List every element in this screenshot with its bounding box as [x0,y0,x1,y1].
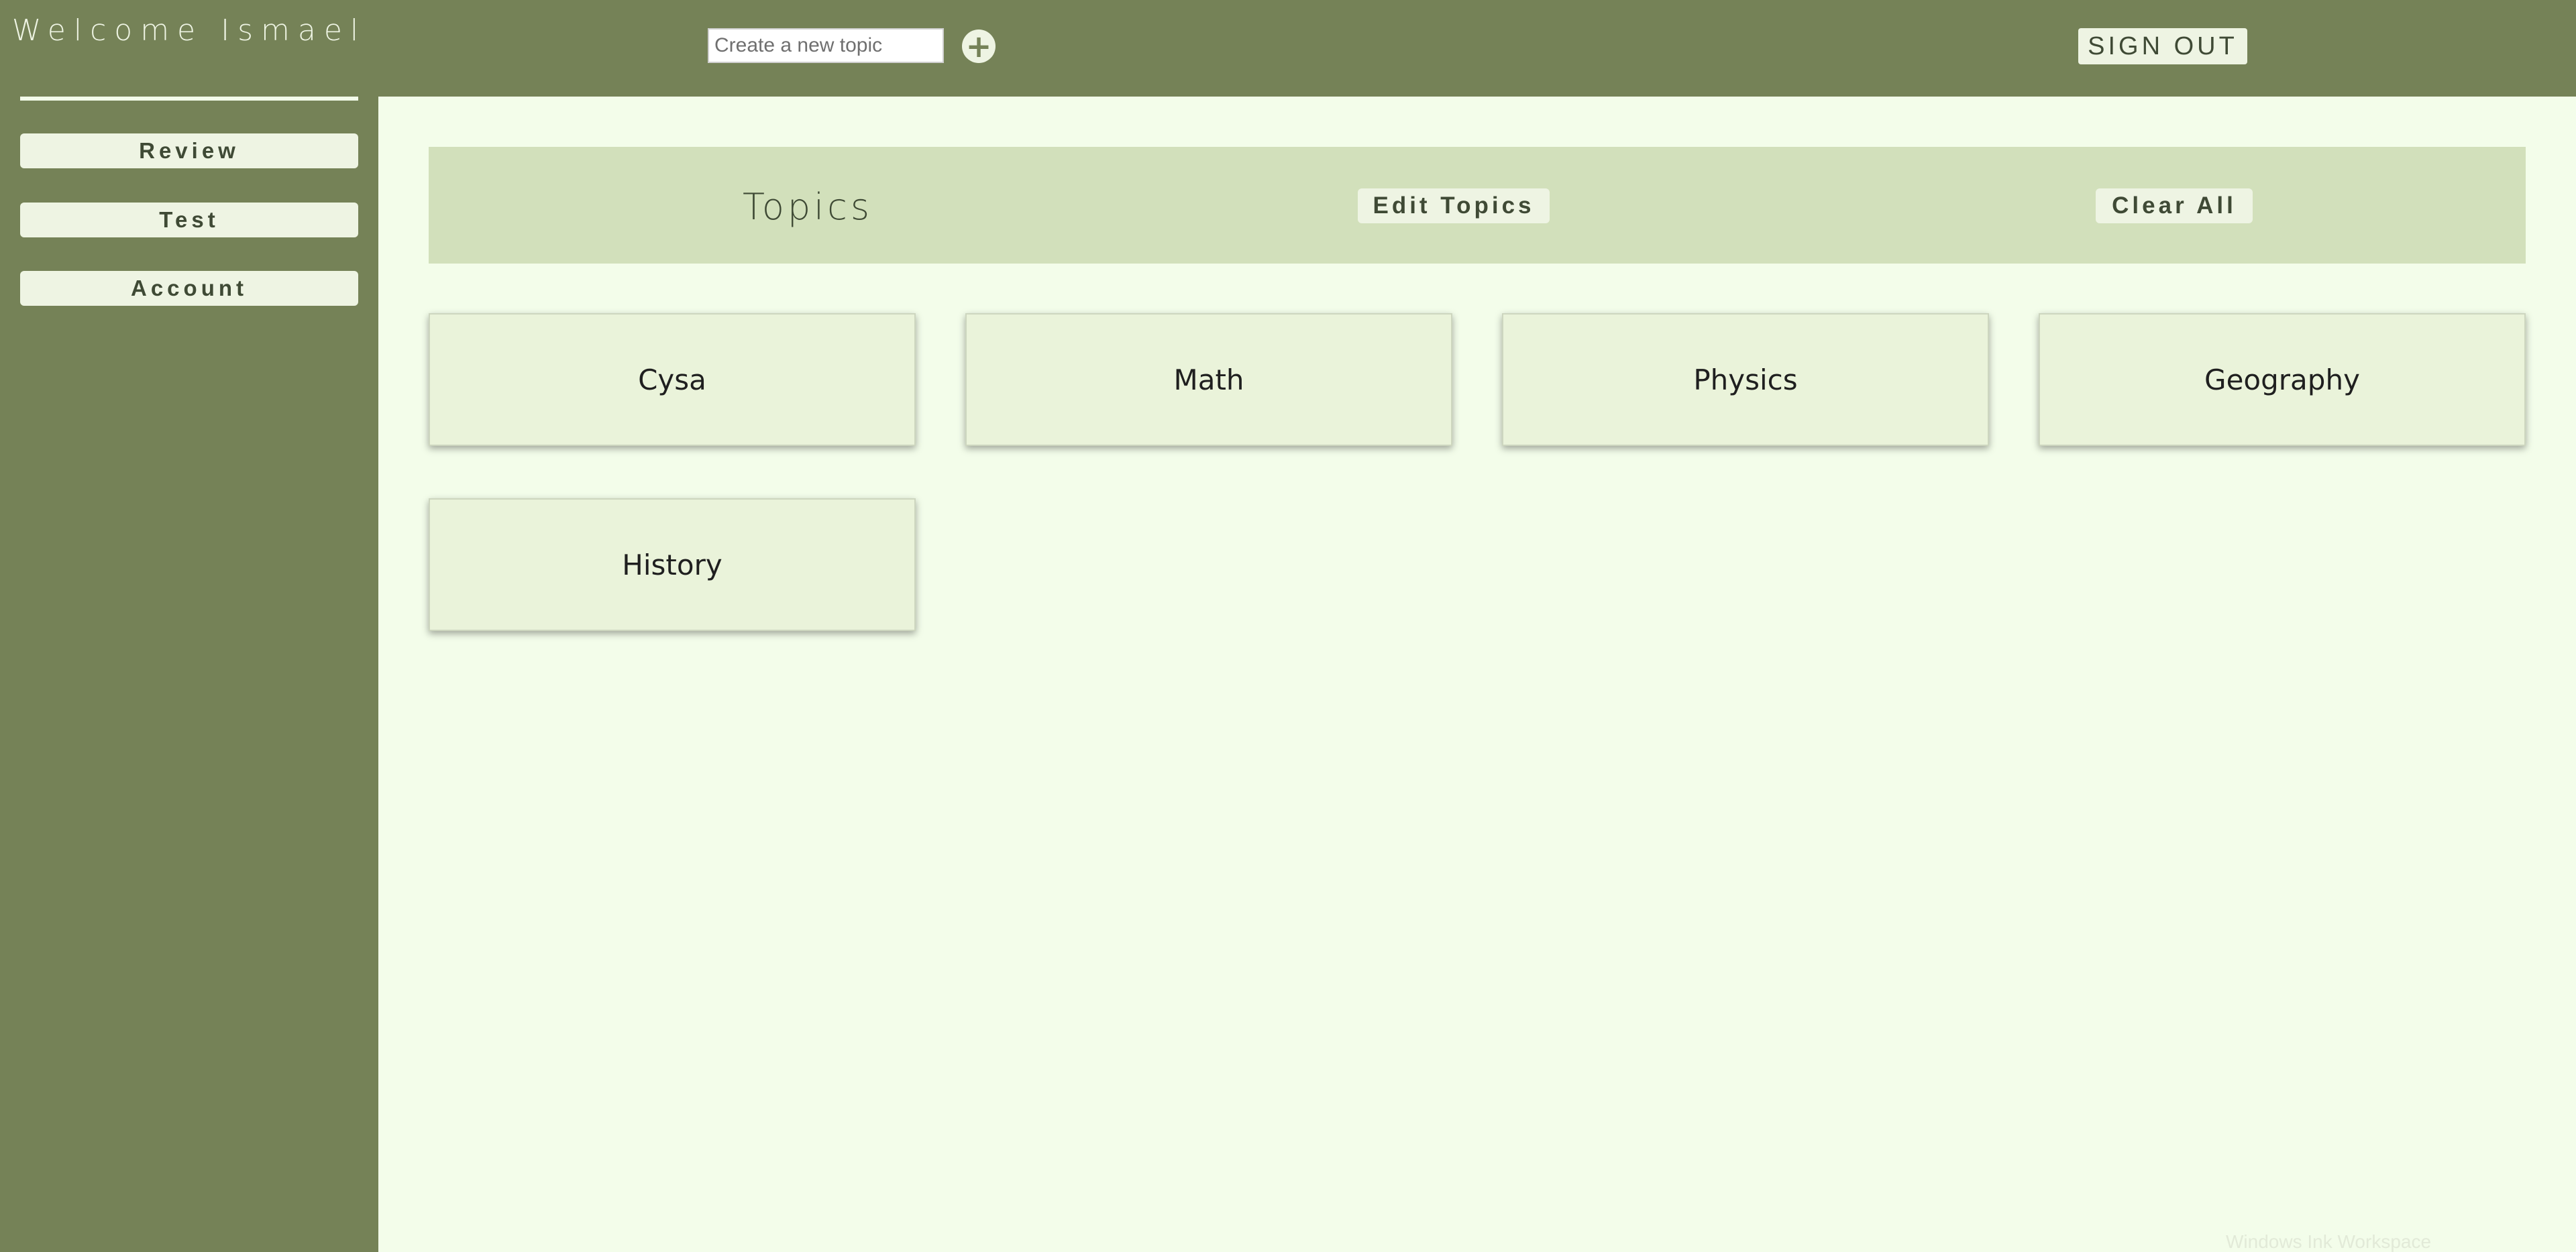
sidebar-item-account[interactable]: Account [20,271,358,306]
clear-all-button[interactable]: Clear All [2096,188,2253,223]
topics-header: Topics Edit Topics Clear All [429,147,2526,264]
topic-card-label: Geography [2204,363,2360,396]
topic-card-physics[interactable]: Physics [1502,313,1989,446]
add-topic-button[interactable]: + [962,30,996,63]
new-topic-input[interactable] [708,28,944,63]
top-bar: Welcome Ismael + SIGN OUT [0,0,2576,97]
sign-out-button[interactable]: SIGN OUT [2078,28,2247,64]
topic-card-cysa[interactable]: Cysa [429,313,916,446]
topic-card-label: Physics [1693,363,1798,396]
edit-topics-button[interactable]: Edit Topics [1358,188,1550,223]
sidebar-divider [20,97,358,101]
welcome-text: Welcome Ismael [11,13,367,48]
topic-card-label: Math [1173,363,1244,396]
plus-icon: + [965,28,992,64]
topic-card-label: History [622,548,722,581]
sidebar-item-test[interactable]: Test [20,203,358,237]
topic-card-geography[interactable]: Geography [2039,313,2526,446]
topic-card-history[interactable]: History [429,498,916,631]
page-title: Topics [743,186,873,228]
sidebar: Review Test Account [0,97,378,1252]
topic-card-label: Cysa [638,363,706,396]
watermark-text: Windows Ink Workspace [2226,1231,2432,1252]
sidebar-item-review[interactable]: Review [20,133,358,168]
topic-card-math[interactable]: Math [965,313,1452,446]
